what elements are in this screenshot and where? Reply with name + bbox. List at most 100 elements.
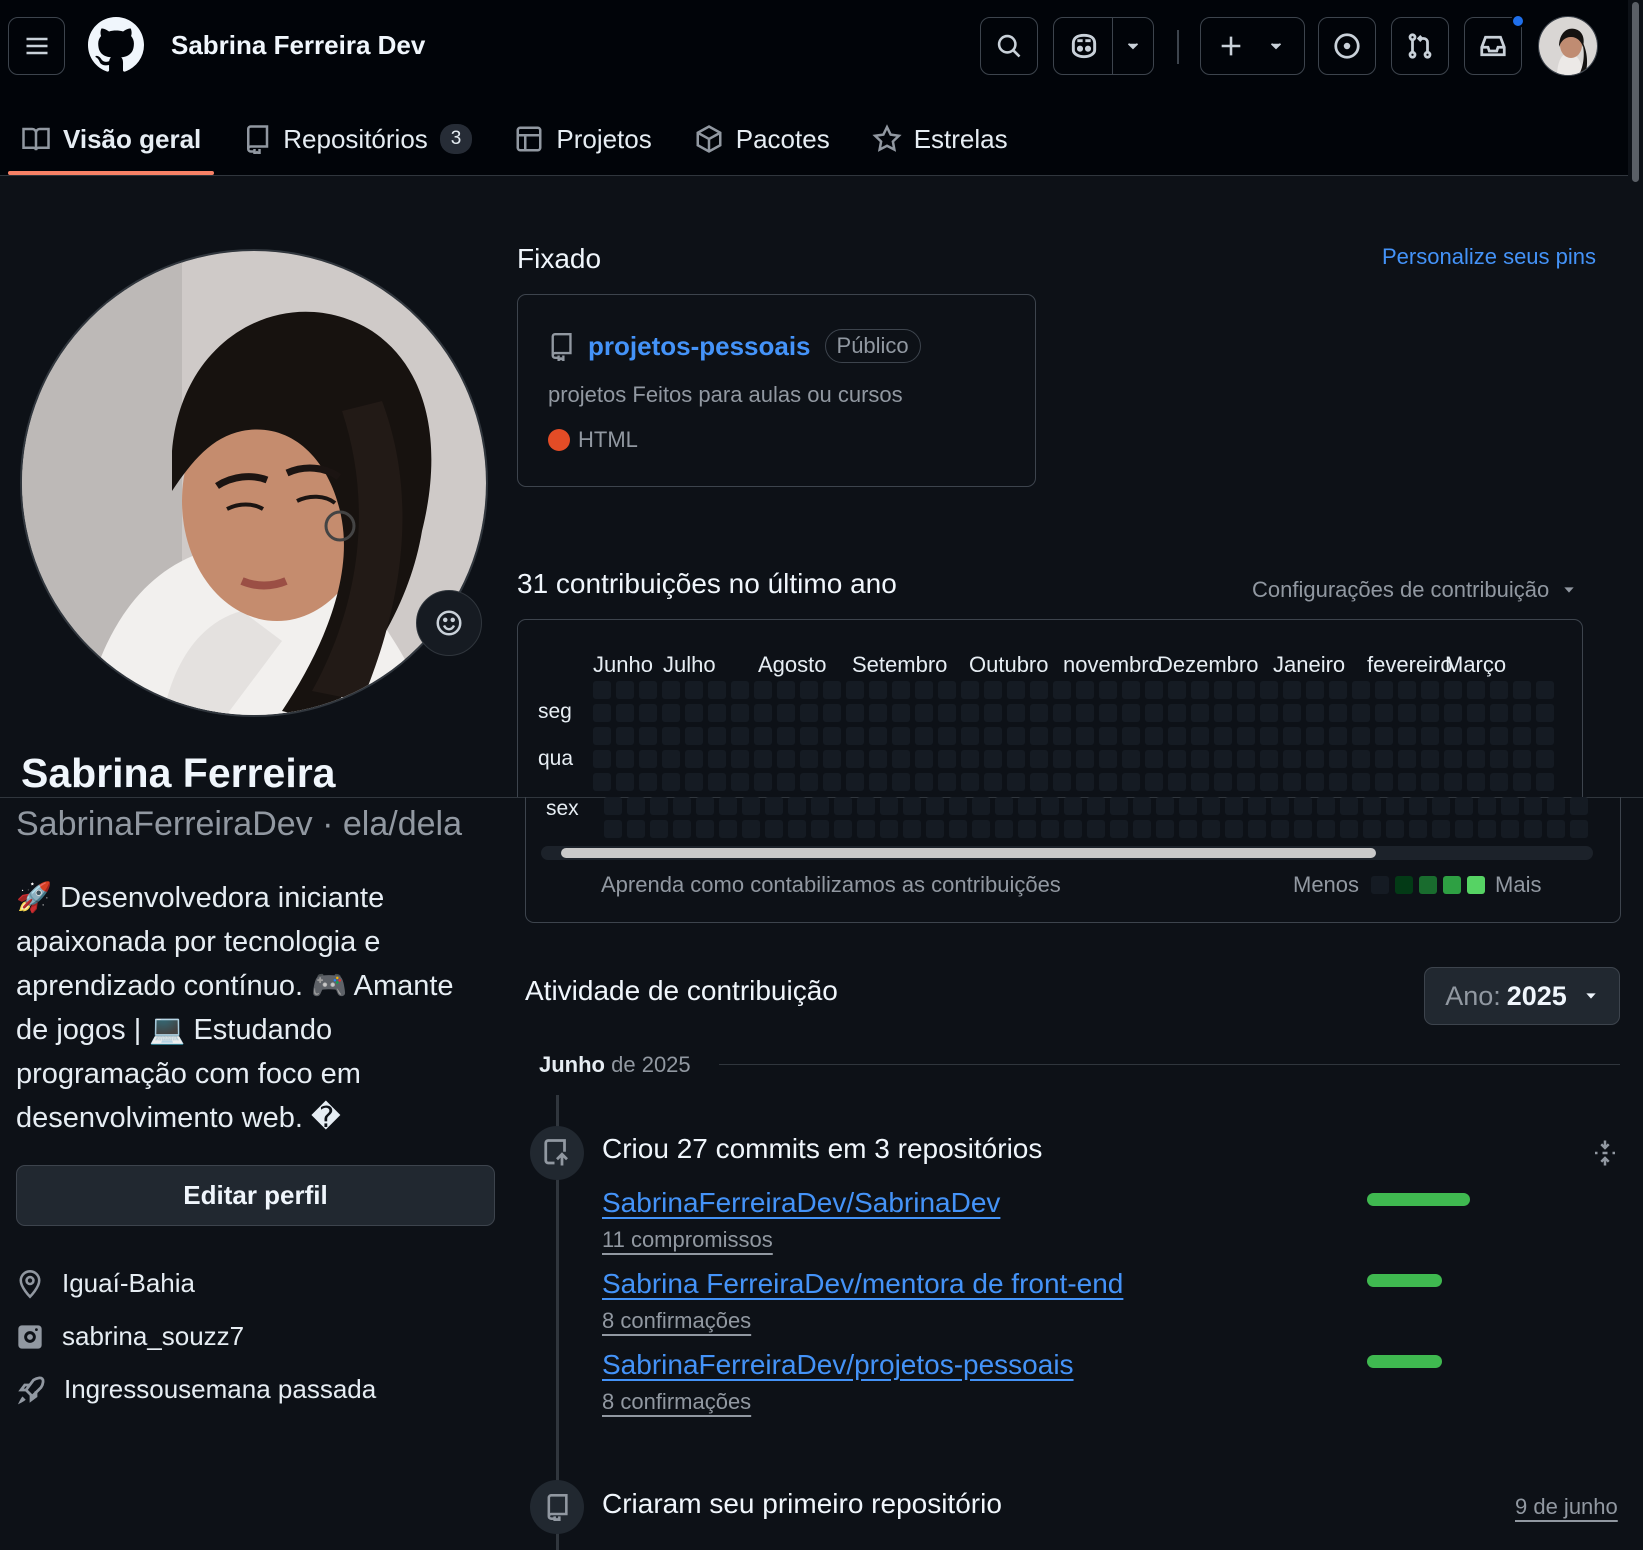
contribution-cell[interactable] [1076, 727, 1094, 745]
contribution-cell[interactable] [1421, 773, 1439, 791]
contribution-cell[interactable] [708, 727, 726, 745]
contribution-cell[interactable] [616, 727, 634, 745]
contribution-cell[interactable] [1375, 704, 1393, 722]
contribution-cell[interactable] [673, 820, 691, 838]
contribution-cell[interactable] [616, 681, 634, 699]
contribution-cell[interactable] [1352, 750, 1370, 768]
contribution-cell[interactable] [1306, 727, 1324, 745]
contribution-cell[interactable] [1214, 727, 1232, 745]
contribution-cell[interactable] [1214, 773, 1232, 791]
contribution-cell[interactable] [777, 704, 795, 722]
contribution-cell[interactable] [1467, 704, 1485, 722]
contribution-cell[interactable] [777, 773, 795, 791]
create-new-button[interactable] [1200, 17, 1305, 75]
contribution-cell[interactable] [1375, 773, 1393, 791]
contribution-cell[interactable] [1214, 750, 1232, 768]
contribution-cell[interactable] [1237, 750, 1255, 768]
contribution-cell[interactable] [639, 750, 657, 768]
contribution-cell[interactable] [1513, 681, 1531, 699]
contribution-cell[interactable] [869, 750, 887, 768]
contribution-cell[interactable] [1030, 773, 1048, 791]
github-logo[interactable] [88, 17, 144, 78]
contribution-cell[interactable] [685, 681, 703, 699]
contribution-cell[interactable] [1030, 704, 1048, 722]
contribution-cell[interactable] [800, 750, 818, 768]
contribution-cell[interactable] [1271, 820, 1289, 838]
contribution-cell[interactable] [1191, 773, 1209, 791]
contribution-cell[interactable] [949, 820, 967, 838]
contribution-cell[interactable] [731, 681, 749, 699]
contribution-cell[interactable] [926, 820, 944, 838]
commit-repo-link[interactable]: Sabrina FerreiraDev/mentora de front-end [602, 1268, 1123, 1300]
contribution-cell[interactable] [1191, 704, 1209, 722]
contribution-cell[interactable] [1122, 773, 1140, 791]
contribution-cell[interactable] [1099, 773, 1117, 791]
contribution-cell[interactable] [1513, 704, 1531, 722]
contribution-cell[interactable] [1041, 797, 1059, 815]
pull-requests-button[interactable] [1391, 17, 1449, 75]
contribution-cell[interactable] [1248, 797, 1266, 815]
contribution-cell[interactable] [1444, 727, 1462, 745]
contribution-cell[interactable] [811, 797, 829, 815]
contribution-cell[interactable] [1283, 727, 1301, 745]
contribution-cell[interactable] [1421, 704, 1439, 722]
contribution-cell[interactable] [1294, 797, 1312, 815]
issues-button[interactable] [1318, 17, 1376, 75]
contribution-cell[interactable] [1053, 750, 1071, 768]
contribution-settings-dropdown[interactable]: Configurações de contribuição [1252, 577, 1577, 603]
contribution-cell[interactable] [1306, 750, 1324, 768]
contribution-cell[interactable] [1179, 820, 1197, 838]
commit-repo-link[interactable]: SabrinaFerreiraDev/SabrinaDev [602, 1187, 1000, 1219]
contribution-cell[interactable] [1490, 773, 1508, 791]
contribution-cell[interactable] [639, 704, 657, 722]
contribution-cell[interactable] [593, 750, 611, 768]
contribution-cell[interactable] [1398, 750, 1416, 768]
contribution-cell[interactable] [926, 797, 944, 815]
contribution-cell[interactable] [1202, 820, 1220, 838]
contribution-cell[interactable] [1099, 681, 1117, 699]
contribution-cell[interactable] [1455, 820, 1473, 838]
contribution-cell[interactable] [1329, 727, 1347, 745]
contribution-cell[interactable] [1030, 750, 1048, 768]
contribution-cell[interactable] [1122, 727, 1140, 745]
contribution-cell[interactable] [708, 773, 726, 791]
search-button[interactable] [980, 17, 1038, 75]
contribution-cell[interactable] [1398, 773, 1416, 791]
contribution-cell[interactable] [754, 750, 772, 768]
contribution-cell[interactable] [662, 750, 680, 768]
contribution-cell[interactable] [1053, 681, 1071, 699]
contribution-cell[interactable] [777, 681, 795, 699]
contribution-cell[interactable] [1340, 797, 1358, 815]
contribution-cell[interactable] [731, 704, 749, 722]
contribution-cell[interactable] [903, 797, 921, 815]
contribution-cell[interactable] [1329, 750, 1347, 768]
contribution-cell[interactable] [1087, 820, 1105, 838]
contribution-cell[interactable] [616, 750, 634, 768]
contribution-cell[interactable] [1225, 797, 1243, 815]
contribution-cell[interactable] [1007, 750, 1025, 768]
contribution-cell[interactable] [662, 704, 680, 722]
contribution-cell[interactable] [708, 704, 726, 722]
contribution-cell[interactable] [616, 773, 634, 791]
contribution-cell[interactable] [1145, 704, 1163, 722]
contribution-cell[interactable] [1490, 704, 1508, 722]
contribution-cell[interactable] [1421, 727, 1439, 745]
contribution-cell[interactable] [650, 820, 668, 838]
contribution-cell[interactable] [1064, 820, 1082, 838]
contribution-cell[interactable] [823, 681, 841, 699]
contribution-cell[interactable] [892, 727, 910, 745]
contribution-cell[interactable] [1007, 704, 1025, 722]
contribution-cell[interactable] [1536, 704, 1554, 722]
contribution-cell[interactable] [1133, 797, 1151, 815]
contribution-cell[interactable] [1110, 820, 1128, 838]
contribution-cell[interactable] [1122, 681, 1140, 699]
contribution-cell[interactable] [800, 773, 818, 791]
contribution-cell[interactable] [1329, 773, 1347, 791]
contribution-cell[interactable] [1352, 773, 1370, 791]
contribution-cell[interactable] [961, 727, 979, 745]
contribution-cell[interactable] [1237, 773, 1255, 791]
contribution-cell[interactable] [1076, 704, 1094, 722]
contribution-cell[interactable] [880, 820, 898, 838]
contribution-cell[interactable] [1191, 727, 1209, 745]
contribution-cell[interactable] [938, 750, 956, 768]
